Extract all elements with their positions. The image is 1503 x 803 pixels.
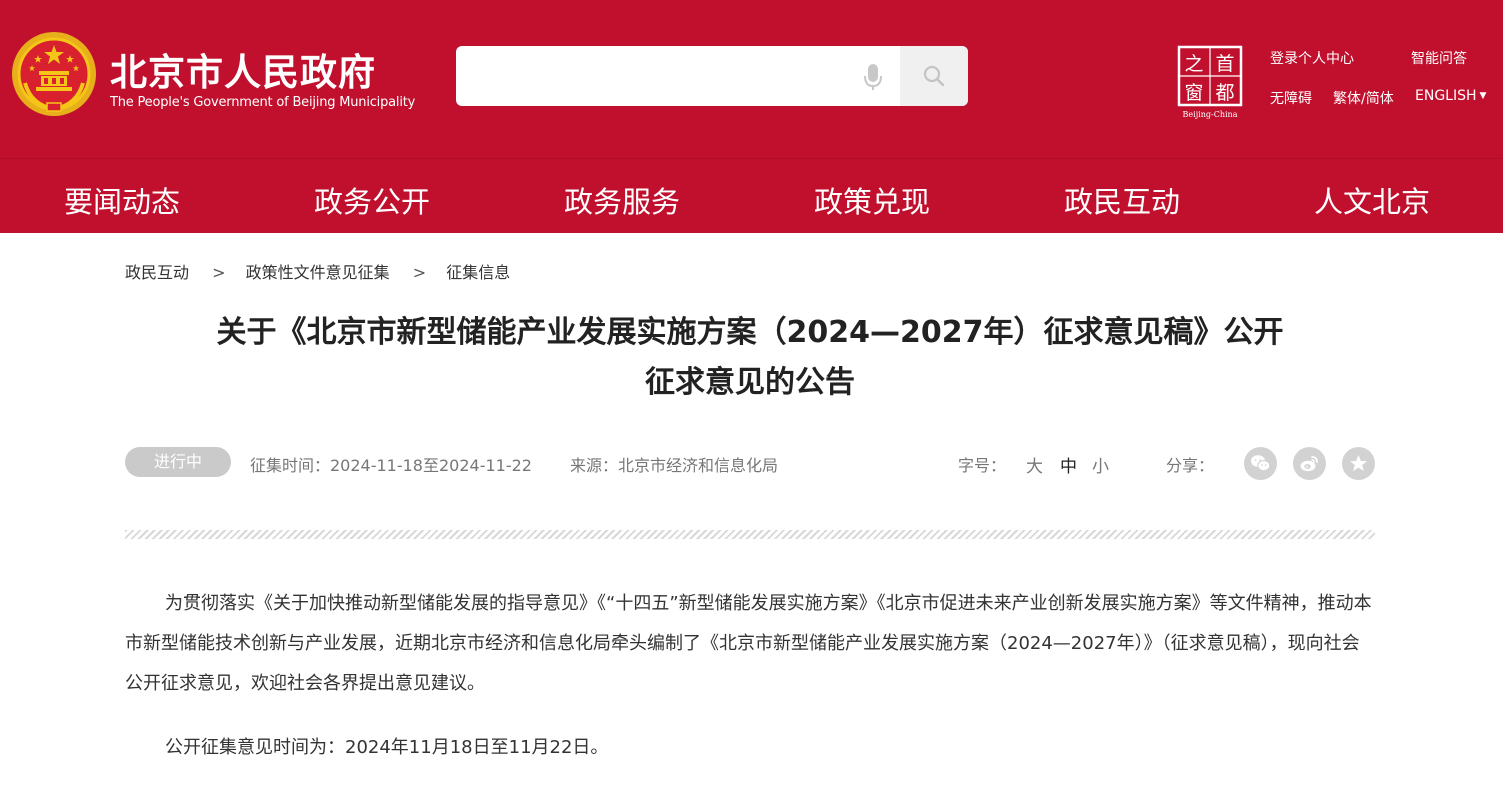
- font-size-large-button[interactable]: 大: [1026, 452, 1043, 477]
- breadcrumb-separator: >: [212, 263, 226, 282]
- article-title-line: 征求意见的公告: [645, 365, 855, 400]
- favorite-share-button[interactable]: [1342, 447, 1375, 480]
- main-nav: 要闻动态 政务公开 政务服务 政策兑现 政民互动 人文北京: [0, 158, 1503, 233]
- font-size-medium-button[interactable]: 中: [1060, 452, 1077, 477]
- breadcrumb: 政民互动 > 政策性文件意见征集 > 征集信息: [125, 259, 510, 283]
- weibo-share-button[interactable]: [1293, 447, 1326, 480]
- article-paragraph: 为贯彻落实《关于加快推动新型储能发展的指导意见》《“十四五”新型储能发展实施方案…: [125, 593, 1372, 694]
- caret-down-icon: ▼: [1479, 91, 1487, 101]
- capital-logo-char: 都: [1215, 82, 1234, 104]
- microphone-icon[interactable]: [860, 62, 886, 92]
- breadcrumb-item[interactable]: 政民互动: [125, 263, 189, 282]
- search-bar: [456, 46, 968, 106]
- nav-item-culture[interactable]: 人文北京: [1314, 179, 1430, 221]
- english-link[interactable]: ENGLISH ▼: [1415, 88, 1486, 104]
- wechat-icon: [1251, 455, 1271, 472]
- search-icon: [923, 65, 945, 87]
- traditional-simplified-link[interactable]: 繁体/简体: [1333, 88, 1394, 108]
- favorite-star-icon: [1350, 455, 1367, 471]
- collection-time: 征集时间：2024-11-18至2024-11-22: [250, 456, 532, 475]
- share-label: 分享：: [1166, 456, 1215, 475]
- source: 来源：北京市经济和信息化局: [570, 456, 779, 475]
- nav-item-gov-affairs[interactable]: 政务公开: [314, 179, 430, 221]
- status-badge: 进行中: [125, 447, 231, 477]
- smart-qa-link[interactable]: 智能问答: [1411, 48, 1467, 68]
- weibo-icon: [1300, 456, 1318, 472]
- capital-logo-char: 之: [1184, 53, 1203, 75]
- content-divider: [125, 530, 1375, 539]
- article-paragraph: 公开征集意见时间为：2024年11月18日至11月22日。: [165, 737, 609, 758]
- site-title[interactable]: 北京市人民政府: [110, 42, 376, 96]
- accessibility-link[interactable]: 无障碍: [1270, 88, 1312, 108]
- nav-item-interaction[interactable]: 政民互动: [1064, 179, 1180, 221]
- breadcrumb-item[interactable]: 政策性文件意见征集: [246, 263, 390, 282]
- national-emblem-icon[interactable]: [11, 31, 97, 117]
- english-label: ENGLISH: [1415, 88, 1477, 104]
- breadcrumb-separator: >: [412, 263, 427, 282]
- article-title-line: 关于《北京市新型储能产业发展实施方案（2024—2027年）征求意见稿》公开: [216, 315, 1284, 350]
- nav-item-policy[interactable]: 政策兑现: [814, 179, 930, 221]
- capital-logo-char: 首: [1215, 53, 1234, 75]
- search-input[interactable]: [456, 46, 896, 106]
- capital-logo-caption: Beijing-China: [1183, 110, 1238, 119]
- breadcrumb-item[interactable]: 征集信息: [446, 263, 510, 282]
- nav-item-gov-services[interactable]: 政务服务: [564, 179, 680, 221]
- search-button[interactable]: [900, 46, 968, 106]
- font-size-small-button[interactable]: 小: [1092, 452, 1109, 477]
- wechat-share-button[interactable]: [1244, 447, 1277, 480]
- capital-window-logo[interactable]: 首 都 之 窗 Beijing-China: [1176, 44, 1248, 120]
- site-subtitle: The People's Government of Beijing Munic…: [110, 95, 416, 110]
- font-size-label: 字号：: [958, 456, 1007, 475]
- nav-item-news[interactable]: 要闻动态: [64, 179, 180, 221]
- capital-logo-char: 窗: [1184, 82, 1203, 104]
- article-title: 关于《北京市新型储能产业发展实施方案（2024—2027年）征求意见稿》公开 征…: [125, 308, 1375, 408]
- site-header: 北京市人民政府 The People's Government of Beiji…: [0, 0, 1503, 158]
- login-link[interactable]: 登录个人中心: [1270, 48, 1354, 68]
